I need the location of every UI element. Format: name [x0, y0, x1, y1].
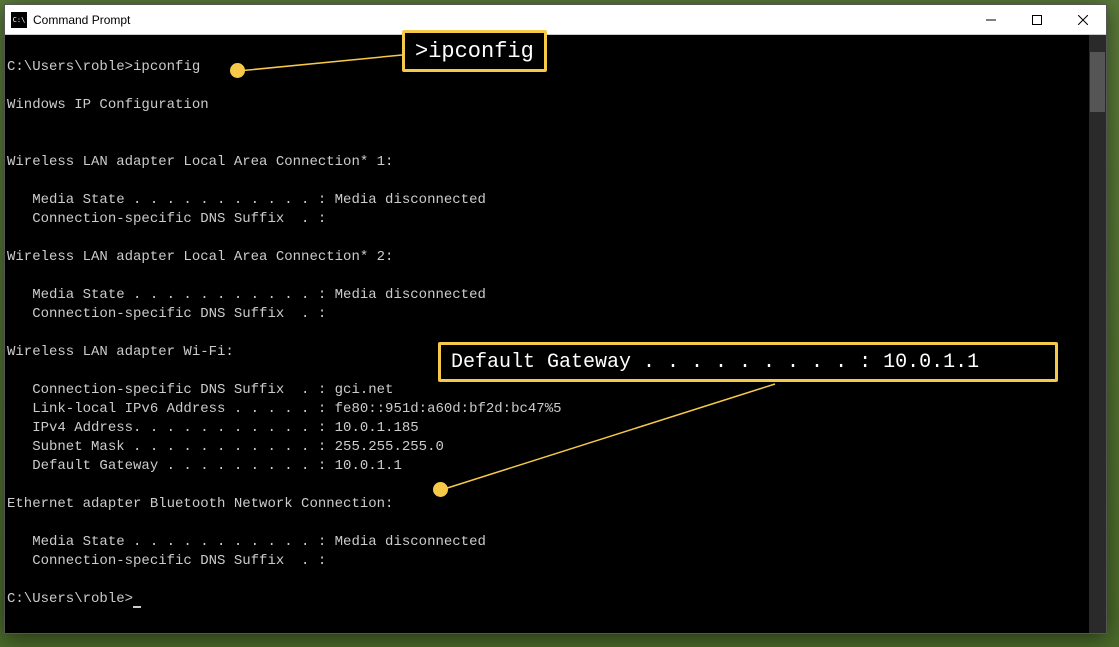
window-title: Command Prompt	[33, 13, 968, 27]
titlebar[interactable]: Command Prompt	[5, 5, 1106, 35]
output-line: Connection-specific DNS Suffix . :	[7, 306, 326, 322]
close-button[interactable]	[1060, 5, 1106, 34]
output-line: Media State . . . . . . . . . . . : Medi…	[7, 287, 486, 303]
prompt-path: C:\Users\roble>	[7, 591, 133, 607]
output-line: Connection-specific DNS Suffix . :	[7, 553, 326, 569]
scrollbar-track[interactable]	[1089, 35, 1106, 633]
output-line: Default Gateway . . . . . . . . . : 10.0…	[7, 458, 402, 474]
cmd-icon	[11, 12, 27, 28]
annotation-text: >ipconfig	[415, 39, 534, 64]
output-line: Connection-specific DNS Suffix . : gci.n…	[7, 382, 393, 398]
terminal-body[interactable]: C:\Users\roble>ipconfig Windows IP Confi…	[5, 35, 1106, 633]
window-controls	[968, 5, 1106, 34]
prompt-path: C:\Users\roble>	[7, 59, 133, 75]
minimize-button[interactable]	[968, 5, 1014, 34]
annotation-text: Default Gateway . . . . . . . . . : 10.0…	[451, 351, 979, 374]
maximize-button[interactable]	[1014, 5, 1060, 34]
annotation-dot	[230, 63, 245, 78]
adapter-title: Wireless LAN adapter Local Area Connecti…	[7, 154, 393, 170]
adapter-title: Ethernet adapter Bluetooth Network Conne…	[7, 496, 393, 512]
annotation-callout-gateway: Default Gateway . . . . . . . . . : 10.0…	[438, 342, 1058, 382]
scrollbar-thumb[interactable]	[1090, 52, 1105, 112]
output-line: Media State . . . . . . . . . . . : Medi…	[7, 534, 486, 550]
output-line: Connection-specific DNS Suffix . :	[7, 211, 326, 227]
output-line: Subnet Mask . . . . . . . . . . . : 255.…	[7, 439, 444, 455]
annotation-callout-ipconfig: >ipconfig	[402, 30, 547, 72]
prompt-line: C:\Users\roble>ipconfig	[7, 59, 200, 75]
annotation-dot	[433, 482, 448, 497]
command-prompt-window: Command Prompt C:\Users\roble>ipconfig W…	[4, 4, 1107, 634]
adapter-title: Wireless LAN adapter Wi-Fi:	[7, 344, 234, 360]
output-line: Media State . . . . . . . . . . . : Medi…	[7, 192, 486, 208]
entered-command: ipconfig	[133, 59, 200, 75]
cursor	[133, 606, 141, 608]
output-line: IPv4 Address. . . . . . . . . . . : 10.0…	[7, 420, 419, 436]
output-header: Windows IP Configuration	[7, 97, 209, 113]
output-line: Link-local IPv6 Address . . . . . : fe80…	[7, 401, 562, 417]
terminal-output: C:\Users\roble>ipconfig Windows IP Confi…	[5, 35, 1106, 613]
adapter-title: Wireless LAN adapter Local Area Connecti…	[7, 249, 393, 265]
